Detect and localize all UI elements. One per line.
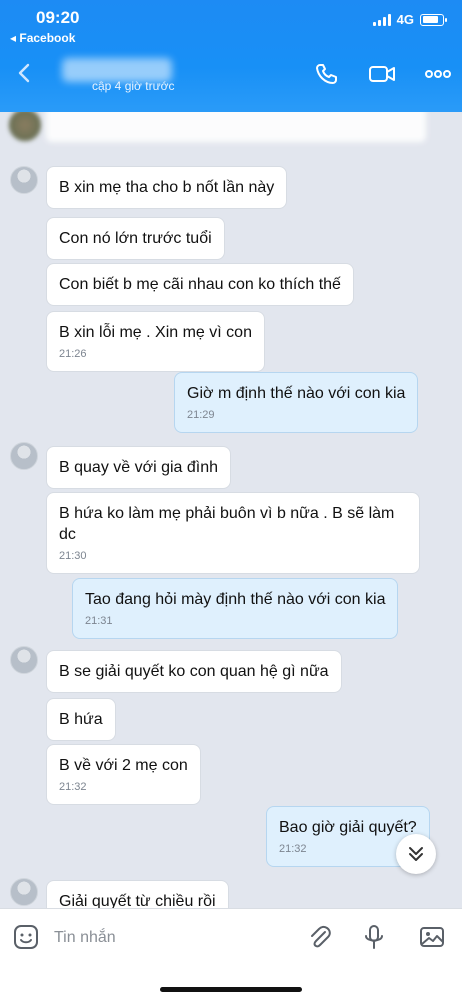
contact-avatar[interactable] — [8, 112, 42, 142]
status-indicators: 4G — [372, 12, 447, 27]
video-call-icon[interactable] — [368, 62, 396, 86]
message-text: Tao đang hỏi mày định thế nào với con ki… — [85, 591, 386, 608]
signal-icon — [372, 13, 391, 26]
message-time: 21:32 — [59, 781, 87, 793]
conversation-area[interactable]: B xin mẹ tha cho b nốt lần này Con nó lớ… — [0, 112, 462, 908]
message-bubble[interactable]: Giải quyết từ chiều rồi — [46, 880, 229, 908]
contact-avatar[interactable] — [10, 646, 38, 674]
message-text: B quay về với gia đình — [59, 459, 219, 476]
message-text: B về với 2 mẹ con — [59, 757, 188, 774]
message-time: 21:31 — [85, 615, 113, 627]
message-bubble[interactable]: B về với 2 mẹ con 21:32 — [46, 744, 201, 805]
message-text: Giờ m định thế nào với con kia — [187, 385, 406, 402]
phone-call-icon[interactable] — [314, 62, 342, 86]
paperclip-icon[interactable] — [306, 923, 334, 951]
message-input[interactable]: Tin nhắn — [54, 929, 116, 947]
message-time: 21:30 — [59, 550, 87, 562]
message-time: 21:26 — [59, 348, 87, 360]
contact-avatar[interactable] — [10, 878, 38, 906]
message-bubble[interactable]: B quay về với gia đình — [46, 446, 232, 489]
message-text: B se giải quyết ko con quan hệ gì nữa — [59, 663, 329, 680]
message-composer: Tin nhắn — [0, 908, 462, 1000]
top-bar: 09:20 ◂ Facebook 4G cập 4 giờ trước — [0, 0, 462, 112]
message-bubble[interactable]: Con nó lớn trước tuổi — [46, 217, 225, 260]
message-bubble[interactable]: Con biết b mẹ cãi nhau con ko thích thế — [46, 263, 354, 306]
message-text: Con biết b mẹ cãi nhau con ko thích thế — [59, 276, 341, 293]
message-text: B xin mẹ tha cho b nốt lần này — [59, 179, 275, 196]
contact-avatar[interactable] — [10, 166, 38, 194]
back-to-app-link[interactable]: ◂ Facebook — [10, 31, 75, 45]
message-text: Con nó lớn trước tuổi — [59, 230, 212, 247]
message-text: Bao giờ giải quyết? — [279, 819, 417, 836]
message-bubble[interactable]: B xin mẹ tha cho b nốt lần này — [46, 166, 288, 209]
message-time: 21:29 — [187, 409, 215, 421]
message-bubble[interactable]: B se giải quyết ko con quan hệ gì nữa — [46, 650, 342, 693]
message-bubble-outgoing[interactable]: Tao đang hỏi mày định thế nào với con ki… — [72, 578, 399, 639]
message-text: B hứa — [59, 711, 103, 728]
last-seen-status: cập 4 giờ trước — [92, 79, 175, 93]
contact-avatar[interactable] — [10, 442, 38, 470]
message-bubble-outgoing[interactable]: Giờ m định thế nào với con kia 21:29 — [174, 372, 419, 433]
image-gallery-icon[interactable] — [418, 923, 446, 951]
message-bubble[interactable]: B xin lỗi mẹ . Xin mẹ vì con 21:26 — [46, 311, 265, 372]
message-bubble[interactable]: B hứa — [46, 698, 116, 741]
status-time: 09:20 — [36, 8, 80, 27]
message-text: B hứa ko làm mẹ phải buôn vì b nữa . B s… — [59, 505, 395, 543]
home-indicator — [160, 987, 302, 992]
message-bubble[interactable]: B hứa ko làm mẹ phải buôn vì b nữa . B s… — [46, 492, 420, 574]
double-chevron-down-icon — [409, 847, 423, 861]
battery-icon — [420, 13, 447, 26]
more-options-icon[interactable] — [424, 62, 452, 86]
blurred-message — [46, 112, 426, 142]
back-arrow-icon[interactable] — [14, 62, 36, 84]
network-type: 4G — [396, 12, 414, 27]
scroll-to-bottom-button[interactable] — [396, 834, 436, 874]
message-text: Giải quyết từ chiều rồi — [59, 893, 216, 908]
message-text: B xin lỗi mẹ . Xin mẹ vì con — [59, 324, 252, 341]
microphone-icon[interactable] — [360, 923, 388, 951]
sticker-emoji-icon[interactable] — [12, 923, 40, 951]
